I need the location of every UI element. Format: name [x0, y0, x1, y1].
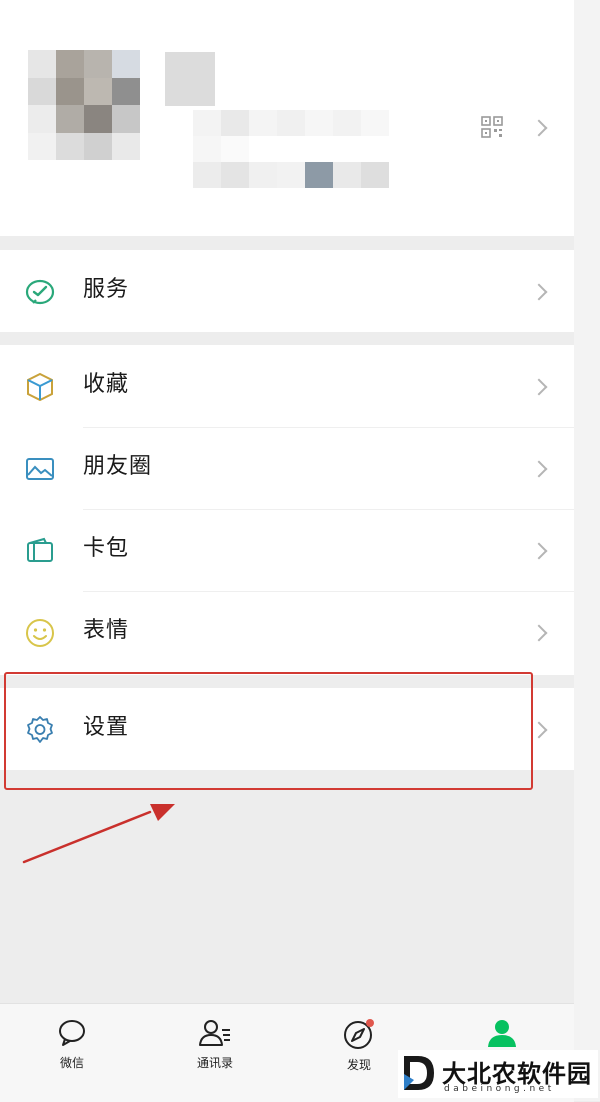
watermark-url: dabeinong.net	[444, 1084, 555, 1094]
chevron-right-icon	[530, 378, 548, 396]
compass-icon	[344, 1019, 374, 1049]
chevron-right-icon	[530, 721, 548, 739]
chevron-right-icon	[530, 542, 548, 560]
tab-label-chats: 微信	[59, 1056, 84, 1070]
tab-discover[interactable]: 发现	[314, 1018, 404, 1073]
nickname-blurred	[165, 52, 215, 106]
menu-label-stickers: 表情	[83, 618, 130, 643]
menu-label-moments: 朋友圈	[83, 454, 153, 479]
qr-code-icon[interactable]	[481, 116, 503, 138]
contacts-icon	[199, 1020, 230, 1046]
chevron-right-icon	[530, 624, 548, 642]
chat-bubble-icon	[59, 1020, 85, 1046]
tab-label-discover: 发现	[346, 1058, 371, 1072]
screen-edge	[574, 0, 600, 1101]
watermark: 大北农软件园 dabeinong.net	[398, 1050, 598, 1098]
card-wallet-icon	[27, 537, 53, 562]
tab-contacts[interactable]: 通讯录	[170, 1018, 260, 1071]
menu-label-services: 服务	[83, 277, 130, 302]
services-section: 服务	[0, 250, 574, 332]
chevron-right-icon	[530, 460, 548, 478]
tab-label-contacts: 通讯录	[196, 1056, 233, 1070]
profile-header[interactable]	[0, 0, 574, 236]
annotation-arrow	[22, 804, 175, 864]
me-person-icon	[488, 1020, 516, 1047]
menu-label-favorites: 收藏	[83, 372, 130, 397]
favorites-cube-icon	[27, 372, 53, 402]
me-screen: 服务 收藏 朋友圈 卡包 表情 设置 微信 通讯录 发现	[0, 0, 574, 1102]
menu-item-services[interactable]: 服务	[0, 250, 574, 332]
tab-chats[interactable]: 微信	[27, 1018, 117, 1071]
menu-label-cards: 卡包	[83, 536, 130, 561]
menu-item-favorites[interactable]: 收藏	[0, 345, 574, 427]
wechat-id-blurred	[165, 110, 445, 188]
chevron-right-icon	[530, 119, 548, 137]
watermark-logo-icon	[404, 1056, 434, 1090]
services-icon	[25, 279, 55, 305]
avatar[interactable]	[28, 50, 140, 160]
highlight-box	[4, 672, 533, 790]
menu-item-stickers[interactable]: 表情	[0, 591, 574, 673]
main-menu-section: 收藏 朋友圈 卡包 表情	[0, 345, 574, 675]
tab-me[interactable]	[457, 1018, 547, 1054]
moments-photo-icon	[26, 458, 54, 480]
smiley-icon	[26, 619, 54, 647]
menu-item-cards[interactable]: 卡包	[0, 509, 574, 591]
menu-item-moments[interactable]: 朋友圈	[0, 427, 574, 509]
chevron-right-icon	[530, 283, 548, 301]
